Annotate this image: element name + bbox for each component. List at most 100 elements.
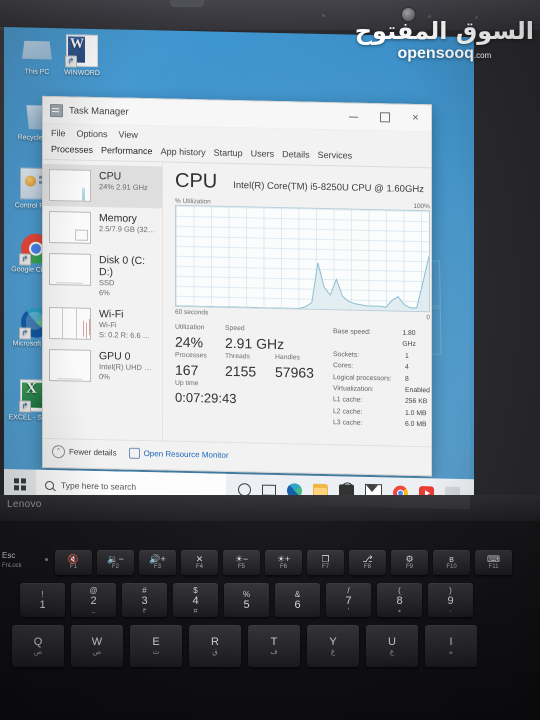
key-f2[interactable]: 🔉− F2 <box>97 550 134 575</box>
minimize-button[interactable] <box>338 104 369 130</box>
graph-x-label: 60 seconds <box>175 308 209 317</box>
sidebar-item-disk-0[interactable]: Disk 0 (C: D:) SSD 6% <box>43 248 162 305</box>
key-label: 2 <box>90 595 97 607</box>
tab-details[interactable]: Details <box>282 149 310 160</box>
desktop-icon-winword[interactable]: ↱ WINWORD <box>52 34 112 79</box>
key-i[interactable]: Iه <box>425 625 477 667</box>
tab-app-history[interactable]: App history <box>161 146 206 157</box>
key-f6[interactable]: ☀+ F6 <box>265 550 302 575</box>
sidebar-item-label: Disk 0 (C: D:) <box>99 254 146 279</box>
key-9[interactable]: ) 9 ٠ <box>428 583 473 617</box>
key-6[interactable]: & 6 <box>275 583 320 617</box>
key-t[interactable]: Tف <box>248 625 300 667</box>
key-r[interactable]: Rق <box>189 625 241 667</box>
key-5[interactable]: % 5 <box>224 583 269 617</box>
key-f4[interactable]: ✕ F4 <box>181 550 218 575</box>
sidebar-item-sub2: 6% <box>99 288 110 298</box>
number-key-row: ! 1 @2 ـ #3 ٣ $4 ¤% 5 & 6/7 ٬(8 ٭) 9 ٠ <box>20 583 473 617</box>
task-view-icon[interactable] <box>262 484 276 496</box>
key-f1[interactable]: 🔇 F1 <box>55 550 92 575</box>
close-button[interactable]: × <box>400 105 431 131</box>
tab-processes[interactable]: Processes <box>51 144 93 155</box>
stat-value: 2.91 GHz <box>225 334 285 353</box>
stat-speed: Speed 2.91 GHz <box>225 324 284 353</box>
key-shift-label: % <box>242 590 251 599</box>
key-shift-label: $ <box>193 586 198 595</box>
key-label: F1 <box>69 564 77 570</box>
sidebar-item-memory[interactable]: Memory 2.5/7.9 GB (32%) <box>43 206 162 251</box>
wifi-thumbnail-graph <box>49 306 91 340</box>
key-f5[interactable]: ☀− F5 <box>223 550 260 575</box>
esc-key[interactable]: Esc FnLock <box>2 551 22 571</box>
cpu-utilization-trace <box>176 206 429 312</box>
window-controls: × <box>338 104 431 131</box>
key-f11[interactable]: ⌨ F11 <box>475 550 512 575</box>
letter-key-row: QضWصEثRقTفYغUعIه <box>12 625 477 667</box>
key-7[interactable]: /7 ٬ <box>326 583 371 617</box>
memory-thumbnail-graph <box>49 210 91 244</box>
tab-performance[interactable]: Performance <box>101 145 153 156</box>
graph-x-end: 0 <box>426 314 430 322</box>
key-f7[interactable]: ❐ F7 <box>307 550 344 575</box>
key-8[interactable]: (8 ٭ <box>377 583 422 617</box>
key-arabic-label: ه <box>449 648 453 656</box>
menu-item-file[interactable]: File <box>51 128 66 138</box>
key-3[interactable]: #3 ٣ <box>122 583 167 617</box>
key-shift-label: @ <box>89 586 98 595</box>
key-label: F3 <box>153 564 161 570</box>
key-label: 1 <box>39 599 46 611</box>
key-label: Q <box>33 636 43 648</box>
windows-logo-icon <box>14 478 26 491</box>
tab-users[interactable]: Users <box>251 148 275 159</box>
key-label: 7 <box>345 595 352 607</box>
cortana-icon[interactable] <box>238 482 251 496</box>
cpu-thumbnail-graph <box>49 168 91 202</box>
desktop-icon-label: WINWORD <box>64 69 100 78</box>
key-shift-label: / <box>347 586 350 595</box>
key-arabic-label: ٠ <box>448 607 453 615</box>
key-arabic-label: ث <box>152 648 160 656</box>
key-f10[interactable]: ʙ F10 <box>433 550 470 575</box>
tab-startup[interactable]: Startup <box>214 148 243 159</box>
menu-item-view[interactable]: View <box>119 129 138 139</box>
key-e[interactable]: Eث <box>130 625 182 667</box>
stat-utilization: Utilization 24% <box>175 323 225 352</box>
key-label: F5 <box>237 564 245 570</box>
cpu-detail-pane: CPU Intel(R) Core(TM) i5-8250U CPU @ 1.6… <box>163 162 440 446</box>
open-resource-monitor-link[interactable]: Open Resource Monitor <box>128 447 229 460</box>
key-w[interactable]: Wص <box>71 625 123 667</box>
spec-base-speed: Base speed: 1.80 GHz <box>333 326 430 351</box>
sidebar-item-cpu[interactable]: CPU 24% 2.91 GHz <box>43 163 162 209</box>
sidebar-item-label: CPU <box>99 170 122 183</box>
key-shift-label: ( <box>398 586 401 595</box>
sidebar-item-wifi[interactable]: Wi-Fi Wi-Fi S: 0.2 R: 6.6 Mbps <box>43 302 162 347</box>
resource-sidebar: CPU 24% 2.91 GHz Memory 2.5/7.9 GB (32%) <box>43 159 163 441</box>
spec-key: Base speed: <box>333 328 371 337</box>
stat-processes: Processes 167 <box>175 351 225 380</box>
spec-value: 6.0 MB <box>405 420 427 429</box>
fewer-details-button[interactable]: ^ Fewer details <box>52 444 117 459</box>
menu-item-options[interactable]: Options <box>77 129 108 140</box>
stat-value: 57963 <box>275 363 314 381</box>
key-2[interactable]: @2 ـ <box>71 583 116 617</box>
key-q[interactable]: Qض <box>12 625 64 667</box>
key-arabic-label: ض <box>33 648 43 656</box>
key-f9[interactable]: ⚙ F9 <box>391 550 428 575</box>
key-shift-label: # <box>142 586 147 595</box>
key-u[interactable]: Uع <box>366 625 418 667</box>
sidebar-item-gpu-0[interactable]: GPU 0 Intel(R) UHD Graphics ... 0% <box>43 344 162 389</box>
key-f3[interactable]: 🔊+ F3 <box>139 550 176 575</box>
spec-key: L3 cache: <box>333 419 363 428</box>
stat-handles: Handles 57963 <box>275 353 325 382</box>
key-glyph: ✕ <box>195 554 204 564</box>
maximize-button[interactable] <box>369 104 400 130</box>
key-label: F7 <box>321 564 329 570</box>
key-4[interactable]: $4 ¤ <box>173 583 218 617</box>
key-f8[interactable]: ⎇ F8 <box>349 550 386 575</box>
tab-services[interactable]: Services <box>318 150 353 161</box>
key-y[interactable]: Yغ <box>307 625 359 667</box>
resource-monitor-label: Open Resource Monitor <box>143 448 229 460</box>
key-label: F6 <box>279 564 287 570</box>
key-1[interactable]: ! 1 <box>20 583 65 617</box>
shortcut-badge: ↱ <box>65 55 77 68</box>
